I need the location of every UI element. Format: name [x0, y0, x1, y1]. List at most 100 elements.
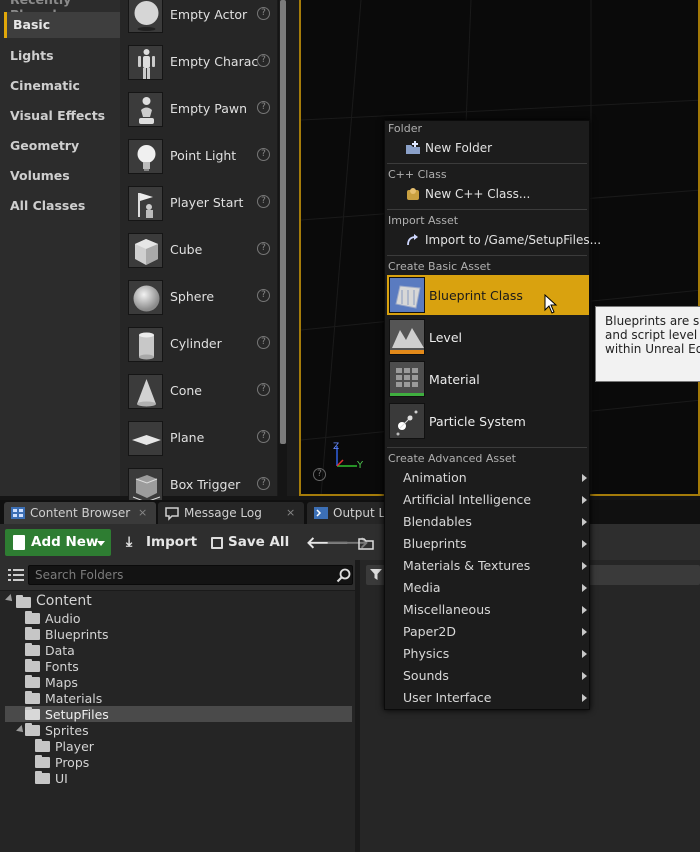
chevron-right-icon: [582, 672, 587, 680]
actor-item-cylinder[interactable]: Cylinder ?: [120, 325, 278, 372]
import-label: Import: [146, 534, 198, 550]
category-basic[interactable]: Basic: [4, 12, 120, 38]
close-icon[interactable]: ×: [138, 506, 147, 519]
material-menu-item[interactable]: Material: [387, 359, 589, 399]
folder-icon: [25, 611, 40, 624]
actor-item-label: Player Start: [170, 195, 244, 210]
user-interface-submenu[interactable]: User Interface: [403, 687, 587, 709]
help-icon[interactable]: ?: [257, 383, 270, 396]
category-lights[interactable]: Lights: [10, 48, 54, 63]
submenu-label: Blendables: [403, 514, 472, 529]
actor-item-label: Cylinder: [170, 336, 222, 351]
back-arrow-icon[interactable]: 🡐: [306, 529, 349, 556]
actor-item-cone[interactable]: Cone ?: [120, 372, 278, 419]
materials-textures-submenu[interactable]: Materials & Textures: [403, 555, 587, 577]
help-icon[interactable]: ?: [257, 477, 270, 490]
new-folder-icon: [405, 140, 421, 156]
actor-item-label: Empty Charac: [170, 54, 259, 69]
category-all-classes[interactable]: All Classes: [10, 198, 85, 213]
help-icon[interactable]: ?: [257, 54, 270, 67]
chevron-right-icon: [582, 562, 587, 570]
actor-item-empty-character[interactable]: Empty Charac ?: [120, 43, 278, 90]
actor-item-point-light[interactable]: Point Light ?: [120, 137, 278, 184]
close-icon[interactable]: ×: [286, 506, 295, 519]
output-log-icon: [313, 505, 329, 521]
sounds-submenu[interactable]: Sounds: [403, 665, 587, 687]
plane-icon: [128, 421, 163, 456]
actor-item-cube[interactable]: Cube ?: [120, 231, 278, 278]
tooltip-line: and script level ev: [605, 328, 700, 342]
search-folders-input[interactable]: [29, 566, 329, 584]
search-icon[interactable]: [336, 568, 351, 583]
help-icon[interactable]: ?: [257, 101, 270, 114]
folder-label: Data: [45, 643, 75, 658]
chevron-right-icon: [582, 474, 587, 482]
level-icon: [389, 319, 425, 355]
axis-y-label: Y: [357, 460, 364, 471]
add-new-button[interactable]: Add New: [5, 529, 111, 556]
save-all-button[interactable]: Save All: [210, 529, 290, 556]
help-icon[interactable]: ?: [257, 336, 270, 349]
miscellaneous-submenu[interactable]: Miscellaneous: [403, 599, 587, 621]
folder-label: Sprites: [45, 723, 89, 738]
save-icon: [211, 537, 223, 549]
place-actors-scrollbar[interactable]: [279, 0, 287, 444]
help-icon[interactable]: ?: [257, 289, 270, 302]
actor-item-empty-pawn[interactable]: Empty Pawn ?: [120, 90, 278, 137]
paper2d-submenu[interactable]: Paper2D: [403, 621, 587, 643]
blueprints-submenu[interactable]: Blueprints: [403, 533, 587, 555]
filter-icon[interactable]: [370, 569, 382, 581]
submenu-label: Blueprints: [403, 536, 467, 551]
actor-item-sphere[interactable]: Sphere ?: [120, 278, 278, 325]
actor-item-label: Cone: [170, 383, 202, 398]
blueprint-class-menu-item[interactable]: Blueprint Class: [387, 275, 589, 315]
menu-item-label: Blueprint Class: [429, 288, 523, 303]
help-icon[interactable]: ?: [257, 242, 270, 255]
chevron-right-icon: [582, 606, 587, 614]
chevron-down-icon: [97, 541, 105, 546]
menu-section-import-asset: Import Asset: [388, 214, 459, 227]
particle-system-menu-item[interactable]: Particle System: [387, 401, 589, 441]
actor-item-plane[interactable]: Plane ?: [120, 419, 278, 466]
actor-item-player-start[interactable]: Player Start ?: [120, 184, 278, 231]
menu-section-folder: Folder: [388, 122, 422, 135]
tab-output-log[interactable]: Output Lo: [307, 502, 392, 524]
add-new-label: Add New: [31, 534, 99, 550]
actor-item-label: Cube: [170, 242, 203, 257]
chevron-right-icon: [582, 694, 587, 702]
help-icon[interactable]: ?: [257, 7, 270, 20]
import-to-menu-item[interactable]: Import to /Game/SetupFiles...: [425, 233, 601, 247]
viewport-help-icon[interactable]: ?: [313, 468, 326, 481]
submenu-label: User Interface: [403, 690, 492, 705]
help-icon[interactable]: ?: [257, 148, 270, 161]
physics-submenu[interactable]: Physics: [403, 643, 587, 665]
category-volumes[interactable]: Volumes: [10, 168, 70, 183]
import-icon: ⤓: [126, 534, 133, 550]
new-folder-menu-item[interactable]: New Folder: [425, 141, 492, 155]
chevron-right-icon: [582, 628, 587, 636]
artificial-intelligence-submenu[interactable]: Artificial Intelligence: [403, 489, 587, 511]
search-folders-box: [28, 565, 353, 585]
folder-list-toggle-icon[interactable]: [8, 568, 24, 585]
import-button[interactable]: ⤓ Import: [126, 529, 206, 556]
help-icon[interactable]: ?: [257, 430, 270, 443]
scrollbar-thumb[interactable]: [280, 0, 286, 444]
level-menu-item[interactable]: Level: [387, 317, 589, 357]
folder-icon: [35, 739, 50, 752]
tab-content-browser[interactable]: Content Browser ×: [4, 502, 156, 524]
new-cpp-class-menu-item[interactable]: New C++ Class...: [425, 187, 530, 201]
media-submenu[interactable]: Media: [403, 577, 587, 599]
help-icon[interactable]: ?: [257, 195, 270, 208]
actor-item-empty-actor[interactable]: Empty Actor ?: [120, 0, 278, 43]
forward-arrow-icon[interactable]: 🡒: [326, 529, 369, 556]
category-geometry[interactable]: Geometry: [10, 138, 79, 153]
animation-submenu[interactable]: Animation: [403, 467, 587, 489]
folder-open-icon[interactable]: [357, 529, 375, 556]
tab-message-log[interactable]: Message Log ×: [158, 502, 304, 524]
empty-actor-icon: [128, 0, 163, 33]
category-visual-effects[interactable]: Visual Effects: [10, 108, 105, 123]
panel-splitter[interactable]: [287, 0, 299, 496]
category-cinematic[interactable]: Cinematic: [10, 78, 80, 93]
blendables-submenu[interactable]: Blendables: [403, 511, 587, 533]
actor-item-label: Sphere: [170, 289, 215, 304]
